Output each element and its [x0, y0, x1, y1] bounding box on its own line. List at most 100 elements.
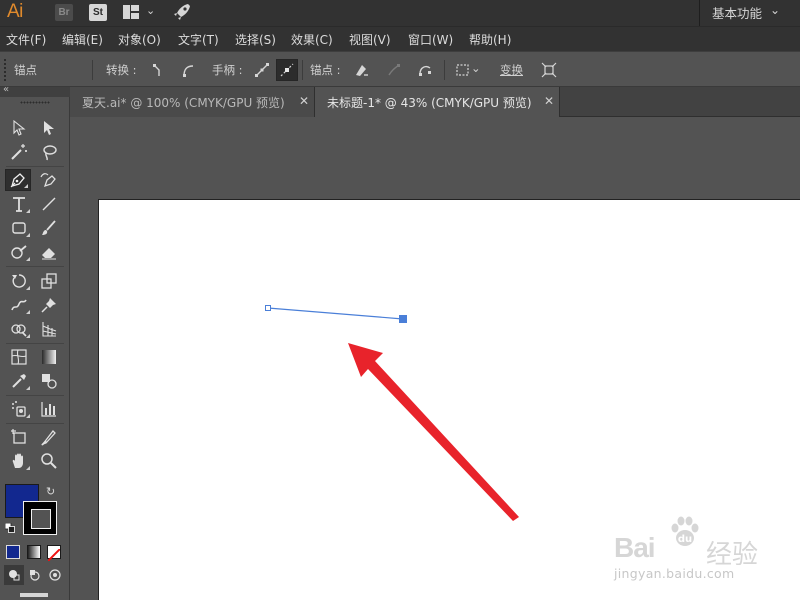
rectangle-tool[interactable] [6, 217, 32, 239]
eraser-tool[interactable] [36, 241, 62, 263]
stroke-color-swatch[interactable] [23, 501, 57, 535]
workspace-switcher[interactable]: 基本功能 [712, 3, 762, 22]
hide-handles-icon [280, 63, 294, 77]
connect-anchors-button[interactable] [383, 59, 405, 81]
anchor-point-selected[interactable] [399, 315, 407, 323]
pen-minus-icon [356, 65, 368, 76]
menu-help[interactable]: 帮助(H) [469, 31, 511, 48]
slice-knife-icon [41, 430, 56, 446]
menu-view[interactable]: 视图(V) [349, 31, 391, 48]
watermark-brand: Bai [614, 532, 656, 563]
mesh-tool[interactable] [6, 346, 32, 368]
document-tab-bar: 夏天.ai* @ 100% (CMYK/GPU 预览) ✕ 未标题-1* @ 4… [70, 87, 800, 117]
shaper-tool[interactable] [6, 241, 32, 263]
stock-button[interactable]: St [89, 4, 107, 21]
isolate-button[interactable] [538, 59, 560, 81]
slice-tool[interactable] [36, 426, 62, 448]
tools-panel-grip[interactable] [20, 101, 50, 104]
cut-path-icon [419, 65, 431, 76]
rocket-icon[interactable] [172, 2, 192, 22]
title-bar: Ai Br St ⌄ 基本功能 ⌄ [0, 0, 800, 26]
column-graph-tool[interactable] [36, 398, 62, 420]
selection-tool[interactable] [6, 117, 32, 139]
eyedropper-tool[interactable] [6, 370, 32, 392]
gradient-icon [42, 350, 56, 364]
color-mode-button[interactable] [6, 545, 20, 559]
draw-behind-button[interactable] [25, 565, 45, 585]
warp-tool[interactable] [6, 294, 32, 316]
artboard-tool[interactable] [6, 426, 32, 448]
tab-summer-ai[interactable]: 夏天.ai* @ 100% (CMYK/GPU 预览) ✕ [70, 87, 315, 117]
menu-effect[interactable]: 效果(C) [291, 31, 333, 48]
shape-builder-tool[interactable] [6, 318, 32, 340]
curvature-tool[interactable] [36, 169, 62, 191]
chevron-down-icon[interactable]: ⌄ [146, 4, 155, 17]
cut-path-button[interactable] [414, 59, 436, 81]
zoom-tool[interactable] [36, 450, 62, 472]
line-segment-tool[interactable] [36, 193, 62, 215]
tab-untitled-1[interactable]: 未标题-1* @ 43% (CMYK/GPU 预览) ✕ [315, 87, 560, 117]
menu-select[interactable]: 选择(S) [235, 31, 276, 48]
drawn-path-segment[interactable] [267, 307, 404, 320]
direct-selection-tool[interactable] [36, 117, 62, 139]
lasso-tool[interactable] [36, 141, 62, 163]
menu-type[interactable]: 文字(T) [178, 31, 219, 48]
lasso-icon [43, 145, 57, 161]
draw-inside-button[interactable] [45, 565, 65, 585]
convert-to-smooth-button[interactable] [177, 59, 199, 81]
transform-link[interactable]: 变换 [500, 62, 523, 78]
divider [6, 343, 64, 344]
divider [92, 60, 93, 80]
symbol-sprayer-tool[interactable] [6, 398, 32, 420]
draw-normal-button[interactable] [4, 565, 24, 585]
tool-group-indicator [26, 386, 30, 390]
illustrator-window: Ai Br St ⌄ 基本功能 ⌄ 文件(F) 编辑(E) 对象(O) 文字(T… [0, 0, 800, 600]
annotation-arrow-icon [348, 343, 519, 521]
pen-tool[interactable] [5, 169, 31, 191]
divider [302, 60, 303, 80]
magic-wand-tool[interactable] [6, 141, 32, 163]
show-handles-button[interactable] [251, 59, 273, 81]
none-mode-button[interactable] [47, 545, 61, 562]
arrange-documents-icon[interactable] [123, 5, 139, 19]
hide-handles-button[interactable] [276, 59, 298, 81]
bridge-button[interactable]: Br [55, 4, 73, 21]
rotate-tool[interactable] [6, 270, 32, 292]
menu-object[interactable]: 对象(O) [118, 31, 161, 48]
tools-panel-header: « [0, 84, 70, 97]
control-bar-grip[interactable] [3, 58, 7, 82]
blend-tool[interactable] [36, 370, 62, 392]
type-tool[interactable] [6, 193, 32, 215]
puppet-warp-tool[interactable] [36, 294, 62, 316]
hand-tool[interactable] [6, 450, 32, 472]
artboard-icon [11, 429, 26, 444]
menu-window[interactable]: 窗口(W) [408, 31, 453, 48]
select-options-chevron-icon[interactable]: ⌄ [471, 61, 481, 75]
screen-mode-button[interactable] [20, 593, 48, 597]
tool-group-indicator [24, 184, 28, 188]
watermark-url: jingyan.baidu.com [614, 566, 735, 581]
remove-anchor-button[interactable] [350, 59, 372, 81]
close-icon[interactable]: ✕ [299, 94, 309, 108]
gradient-tool[interactable] [36, 346, 62, 368]
workspace-chevron-down-icon[interactable]: ⌄ [770, 3, 780, 17]
anchor-point-start[interactable] [265, 305, 271, 311]
perspective-grid-tool[interactable] [36, 318, 62, 340]
control-bar: 锚点 转换 : 手柄 : 锚点 : ⌄ 变换 [0, 51, 800, 87]
curvature-pen-icon [40, 173, 56, 188]
swap-fill-stroke-icon[interactable]: ↻ [46, 485, 55, 498]
collapse-panel-icon[interactable]: « [3, 84, 9, 95]
tool-group-indicator [26, 286, 30, 290]
default-fill-stroke-icon[interactable] [5, 523, 15, 533]
gradient-mode-button[interactable] [27, 545, 41, 559]
menu-bar: 文件(F) 编辑(E) 对象(O) 文字(T) 选择(S) 效果(C) 视图(V… [0, 26, 800, 51]
menu-edit[interactable]: 编辑(E) [62, 31, 103, 48]
menu-file[interactable]: 文件(F) [6, 31, 46, 48]
isolate-icon [541, 62, 557, 78]
none-slash-icon [47, 548, 61, 562]
tools-panel: « ↻ [0, 84, 70, 600]
convert-to-corner-button[interactable] [148, 59, 170, 81]
scale-tool[interactable] [36, 270, 62, 292]
close-icon[interactable]: ✕ [544, 94, 554, 108]
paintbrush-tool[interactable] [36, 217, 62, 239]
